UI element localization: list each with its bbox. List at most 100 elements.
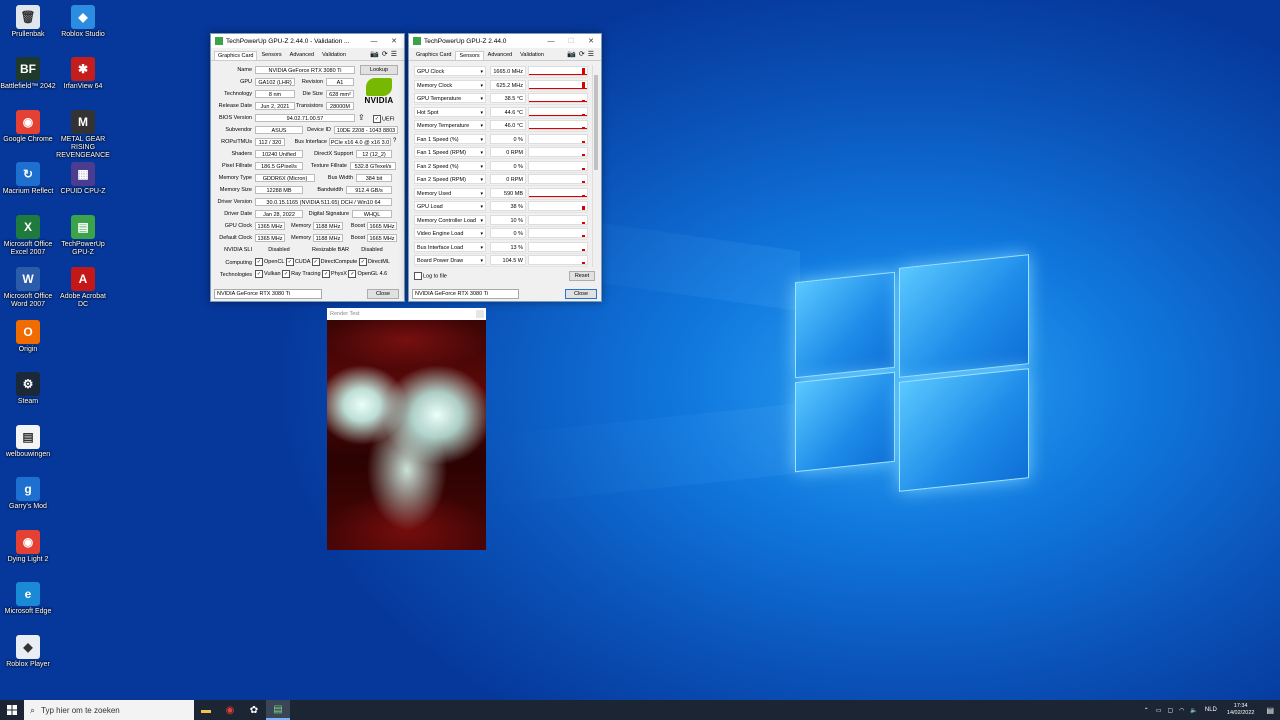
close-button[interactable]: Close (565, 289, 597, 299)
gmod-icon: g (16, 477, 40, 501)
graphics-card-panel: Name NVIDIA GeForce RTX 3080 Ti Lookup G… (211, 61, 404, 301)
desktop-icon[interactable]: ◉ Dying Light 2 (0, 530, 56, 564)
maximize-icon[interactable]: ☐ (561, 37, 581, 45)
irfanview-icon: ✱ (71, 57, 95, 81)
opencl-checkbox[interactable]: ✓ OpenCL (255, 258, 284, 266)
sensor-name-dropdown[interactable]: GPU Clock (414, 66, 486, 77)
clock[interactable]: 17:34 14/02/2022 (1227, 703, 1255, 717)
sensor-name-dropdown[interactable]: Fan 1 Speed (%) (414, 133, 486, 145)
gpuz-icon[interactable]: ▤ (266, 700, 290, 720)
chrome-icon[interactable]: ◉ (218, 700, 242, 720)
sensor-name-dropdown[interactable]: Bus Interface Load (414, 241, 486, 253)
sensor-name-dropdown[interactable]: Memory Temperature (414, 120, 486, 131)
gpuz-sensors-titlebar[interactable]: TechPowerUp GPU-Z 2.44.0 — ☐ ✕ (409, 34, 601, 48)
desktop-icon[interactable]: 🗑 Prullenbak (0, 5, 56, 39)
sensor-value: 10 % (490, 214, 526, 225)
device-select[interactable]: NVIDIA GeForce RTX 3080 Ti (412, 289, 519, 299)
sensor-name-dropdown[interactable]: Memory Used (414, 187, 486, 199)
language-indicator[interactable]: NLD (1205, 707, 1217, 713)
sensor-name-dropdown[interactable]: Fan 2 Speed (RPM) (414, 174, 486, 185)
close-icon[interactable]: ✕ (581, 37, 601, 45)
lookup-button[interactable]: Lookup (360, 65, 398, 75)
tab-advanced[interactable]: Advanced (484, 50, 516, 60)
tab-sensors[interactable]: Sensors (455, 51, 484, 60)
render-test-titlebar[interactable]: Render Test (327, 308, 486, 320)
uefi-checkbox[interactable]: ✓ UEFI (373, 115, 395, 123)
desktop-icon[interactable]: O Origin (0, 320, 56, 354)
tab-graphics-card[interactable]: Graphics Card (412, 50, 455, 60)
physx-checkbox[interactable]: ✓ PhysX (322, 270, 347, 278)
tab-validation[interactable]: Validation (318, 50, 350, 60)
tab-sensors[interactable]: Sensors (257, 50, 285, 60)
desktop-icon[interactable]: ◆ Roblox Player (0, 635, 56, 669)
minimize-icon[interactable]: — (541, 38, 561, 45)
raytracing-checkbox[interactable]: ✓ Ray Tracing (282, 270, 321, 278)
network-icon[interactable]: ▭ (1156, 707, 1162, 714)
sensor-row: GPU Temperature 38.5 °C (414, 92, 588, 105)
tab-validation[interactable]: Validation (516, 50, 548, 60)
desktop-icon[interactable]: e Microsoft Edge (0, 582, 56, 616)
sensor-name-dropdown[interactable]: Fan 2 Speed (%) (414, 160, 486, 172)
window-button[interactable] (476, 310, 484, 318)
toolbar-icons[interactable]: 📷⟳☰ (567, 50, 597, 58)
scrollbar[interactable] (592, 65, 599, 267)
directcompute-checkbox[interactable]: ✓ DirectCompute (311, 258, 357, 266)
chevron-up-icon[interactable]: ⌃ (1144, 707, 1149, 714)
log-to-file-checkbox[interactable]: Log to file (414, 272, 447, 280)
battery-icon[interactable]: ▢ (1167, 707, 1173, 714)
tab-graphics-card[interactable]: Graphics Card (214, 51, 258, 60)
desktop-icon[interactable]: ◉ Google Chrome (0, 110, 56, 144)
sensor-name-dropdown[interactable]: GPU Load (414, 201, 486, 212)
desktop-icon[interactable]: A Adobe Acrobat DC (55, 267, 111, 309)
sensor-name-dropdown[interactable]: Board Power Draw (414, 255, 486, 266)
minimize-icon[interactable]: — (364, 38, 384, 45)
desktop-icon[interactable]: M METAL GEAR RISING REVENGEANCE (55, 110, 111, 160)
desktop-icon[interactable]: X Microsoft Office Excel 2007 (0, 215, 56, 257)
start-button[interactable] (0, 700, 24, 720)
sensor-row: Memory Clock 625.2 MHz (414, 79, 588, 92)
sensor-name-dropdown[interactable]: GPU Temperature (414, 93, 486, 104)
desktop-icon[interactable]: ⚙ Steam (0, 372, 56, 406)
sensor-name-dropdown[interactable]: Hot Spot (414, 106, 486, 118)
gpuz-main-titlebar[interactable]: TechPowerUp GPU-Z 2.44.0 - Validation ..… (211, 34, 404, 48)
desktop-icon[interactable]: g Garry's Mod (0, 477, 56, 511)
desktop-icon[interactable]: ◆ Roblox Studio (55, 5, 111, 39)
volume-icon[interactable]: 🔈 (1190, 707, 1197, 714)
sensor-name-dropdown[interactable]: Fan 1 Speed (RPM) (414, 147, 486, 158)
sensor-name-dropdown[interactable]: Video Engine Load (414, 228, 486, 239)
toolbar-icons[interactable]: 📷⟳☰ (370, 50, 400, 58)
sensor-graph (528, 66, 588, 76)
label-bus-width: Bus Width (327, 175, 353, 181)
taskbar: ⌕ Typ hier om te zoeken ▬ ◉ ✿ ▤ ⌃ ▭ ▢ ◠ … (0, 700, 1280, 720)
search-placeholder: Typ hier om te zoeken (41, 705, 120, 715)
search-box[interactable]: ⌕ Typ hier om te zoeken (24, 700, 194, 720)
desktop-icon[interactable]: BF Battlefield™ 2042 (0, 57, 56, 91)
share-icon[interactable]: ⇪ (358, 113, 365, 122)
notifications-icon[interactable]: ▤ (1266, 706, 1274, 715)
sensor-graph-line (529, 114, 587, 116)
file-explorer-icon[interactable]: ▬ (194, 700, 218, 720)
reset-button[interactable]: Reset (569, 271, 595, 281)
desktop-icon[interactable]: ↻ Macrium Reflect (0, 162, 56, 196)
cuda-checkbox[interactable]: ✓ CUDA (285, 258, 310, 266)
desktop-icon[interactable]: ▦ CPUID CPU-Z (55, 162, 111, 196)
help-icon[interactable]: ? (393, 138, 396, 144)
opengl-checkbox[interactable]: ✓ OpenGL 4.6 (348, 270, 387, 278)
desktop-icon[interactable]: ▤ TechPowerUp GPU-Z (55, 215, 111, 257)
vulkan-checkbox[interactable]: ✓ Vulkan (255, 270, 281, 278)
sensor-name-dropdown[interactable]: Memory Clock (414, 79, 486, 91)
close-button[interactable]: Close (367, 289, 399, 299)
sensor-name-dropdown[interactable]: Memory Controller Load (414, 214, 486, 226)
desktop-icon[interactable]: ✱ IrfanView 64 (55, 57, 111, 91)
wifi-icon[interactable]: ◠ (1179, 707, 1184, 714)
recycle-bin-icon: 🗑 (16, 5, 40, 29)
label-digital-signature: Digital Signature (308, 211, 349, 217)
desktop-icon[interactable]: W Microsoft Office Word 2007 (0, 267, 56, 309)
value-resizable-bar: Disabled (361, 247, 383, 253)
device-select[interactable]: NVIDIA GeForce RTX 3080 Ti (214, 289, 322, 299)
app-icon[interactable]: ✿ (242, 700, 266, 720)
desktop-icon[interactable]: ▤ welbouwingen (0, 425, 56, 459)
directml-checkbox[interactable]: ✓ DirectML (358, 258, 390, 266)
close-icon[interactable]: ✕ (384, 37, 404, 45)
tab-advanced[interactable]: Advanced (286, 50, 318, 60)
